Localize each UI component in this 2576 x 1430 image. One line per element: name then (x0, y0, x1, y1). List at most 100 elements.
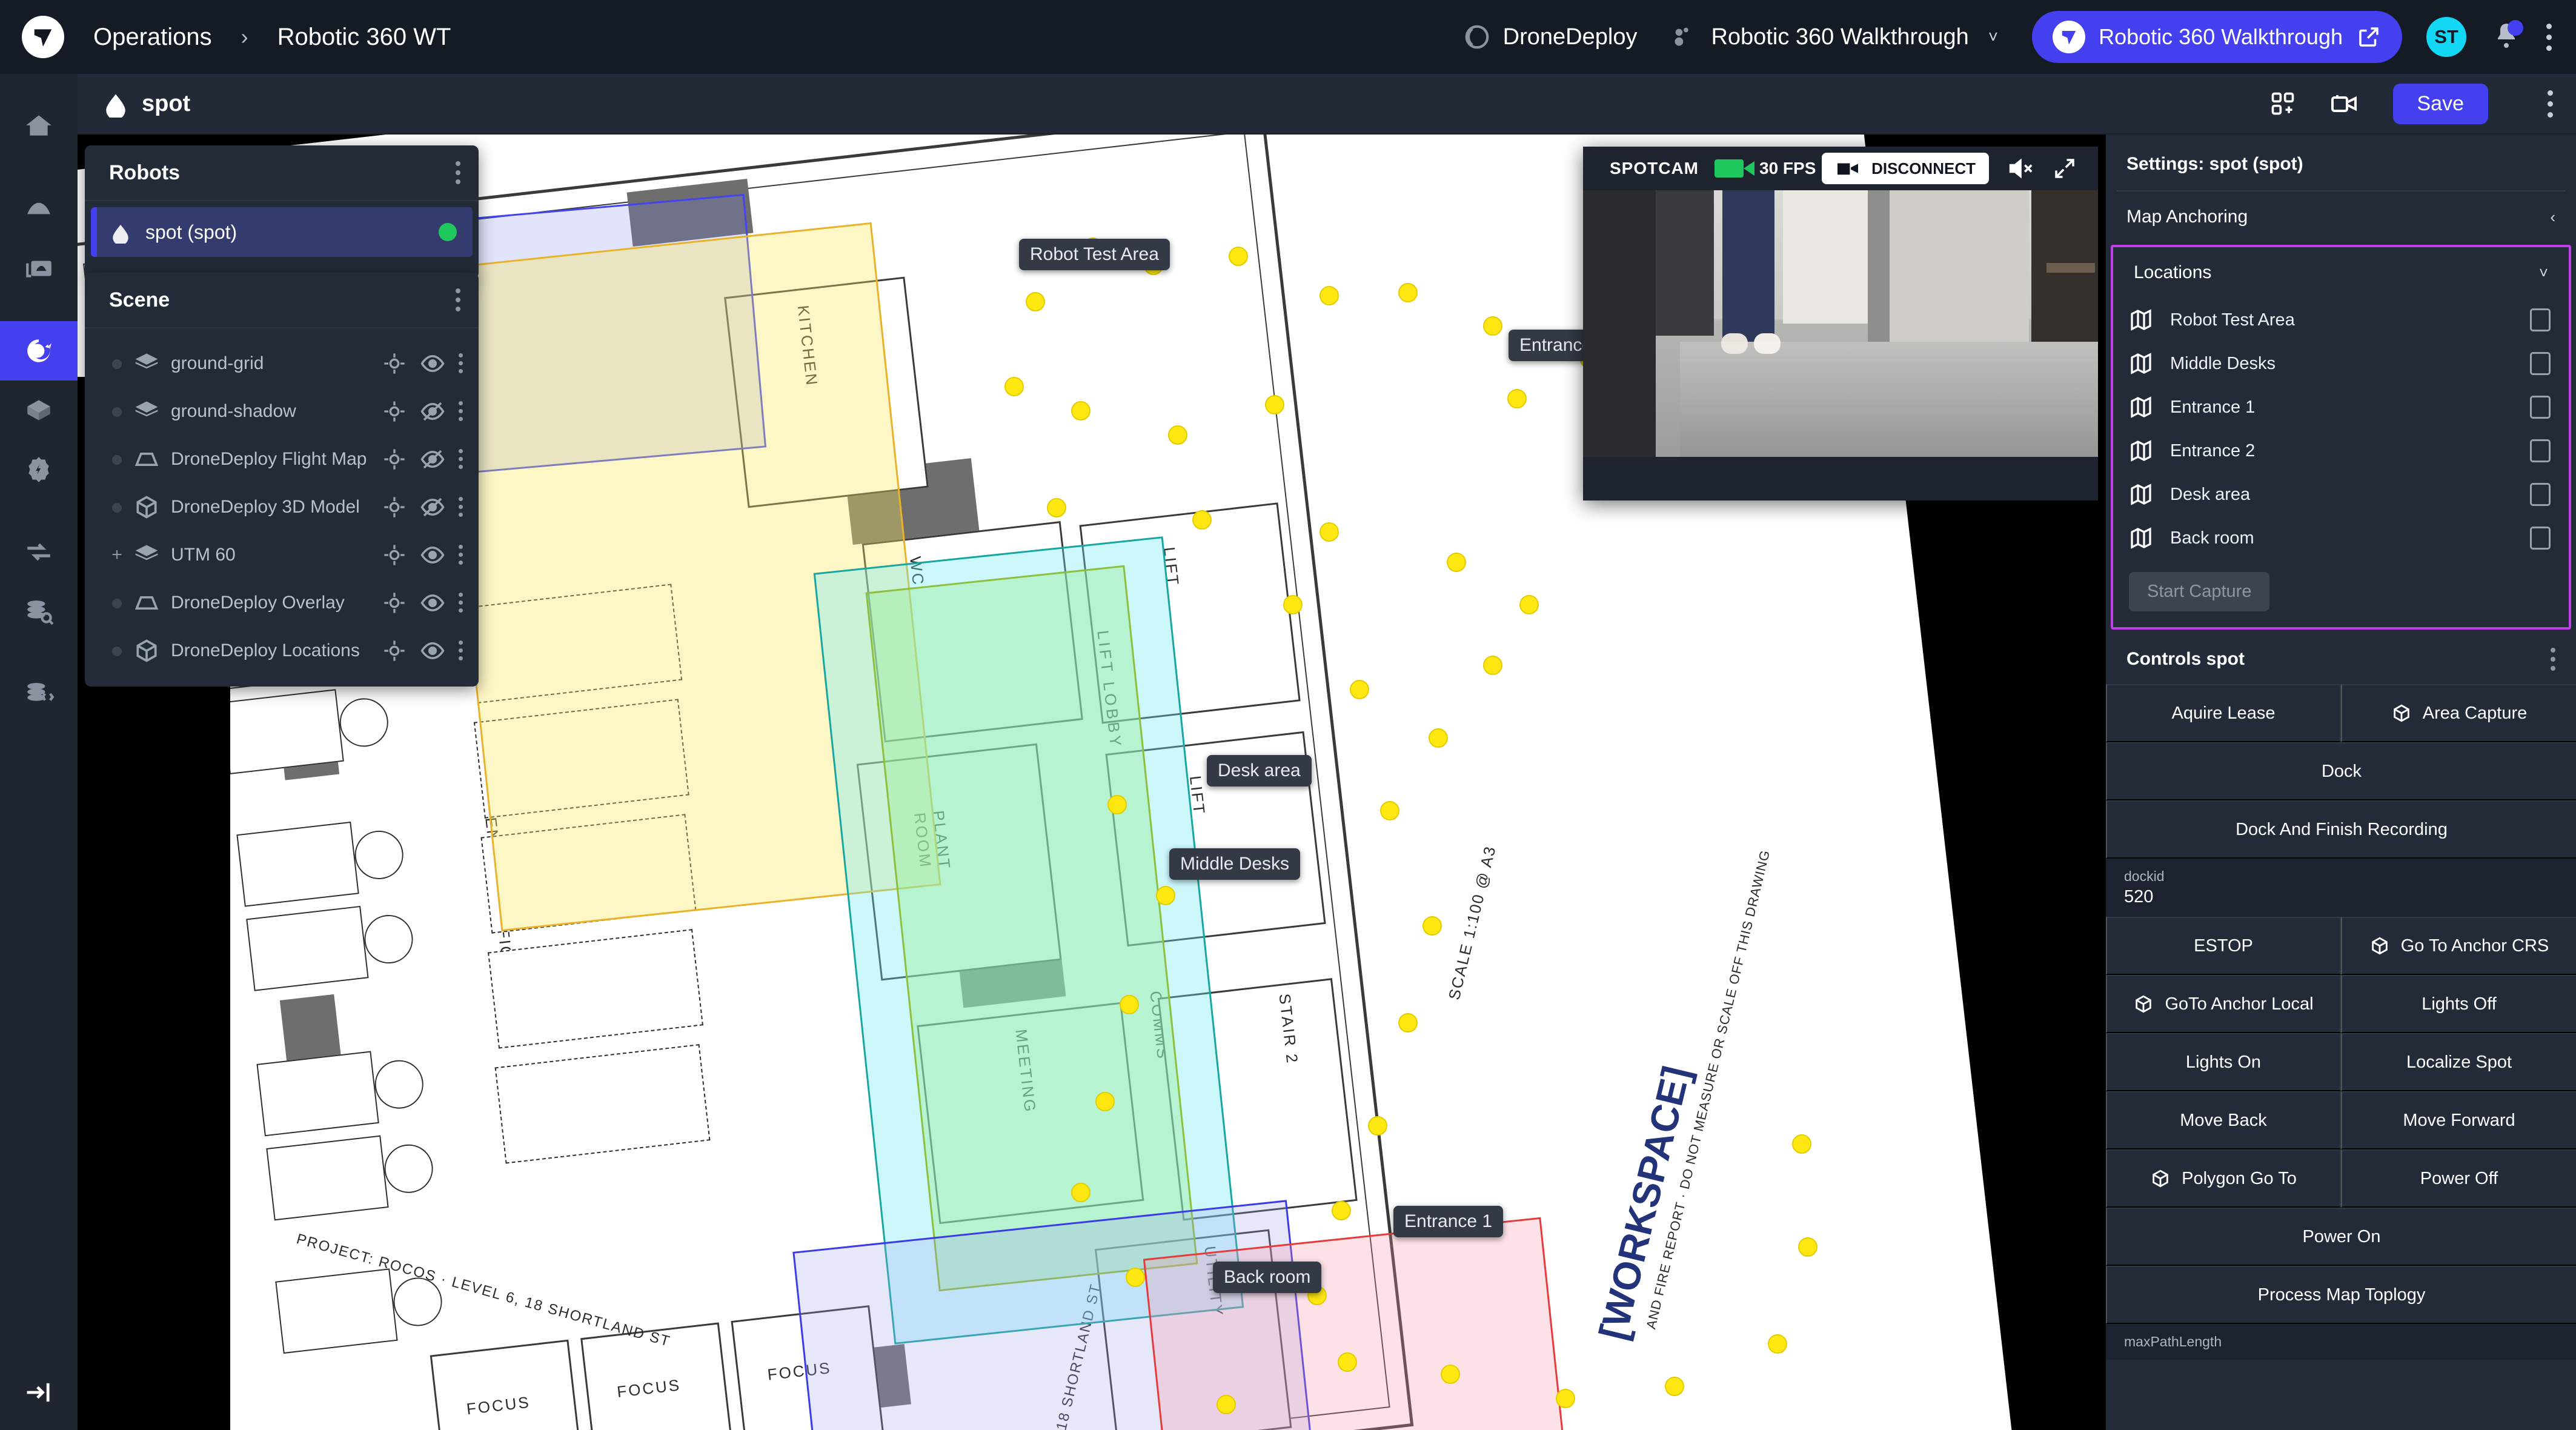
location-row[interactable]: Entrance 2 (2113, 429, 2569, 473)
location-checkbox[interactable] (2530, 396, 2551, 419)
eye-off-icon[interactable] (420, 494, 445, 520)
target-icon[interactable] (382, 399, 407, 424)
expand-toggle[interactable] (107, 401, 127, 422)
path-node[interactable] (1095, 1092, 1115, 1111)
move-back-button[interactable]: Move Back (2106, 1091, 2341, 1149)
go-to-anchor-crs-button[interactable]: Go To Anchor CRS (2341, 917, 2576, 975)
start-capture-button[interactable]: Start Capture (2129, 572, 2270, 611)
map-label[interactable]: Middle Desks (1169, 848, 1301, 880)
path-node[interactable] (1338, 1352, 1357, 1372)
project-selector[interactable]: Robotic 360 Walkthrough ˅ (1671, 23, 1998, 51)
scene-row[interactable]: + UTM 60 (85, 531, 479, 579)
scene-row-overflow-button[interactable] (459, 497, 463, 517)
path-node[interactable] (1026, 292, 1045, 311)
scene-row-overflow-button[interactable] (459, 593, 463, 613)
path-node[interactable] (1398, 283, 1418, 302)
path-node[interactable] (1429, 728, 1448, 748)
path-node[interactable] (1422, 916, 1442, 936)
breadcrumb-current[interactable]: Robotic 360 WT (277, 24, 451, 51)
scene-row[interactable]: DroneDeploy Locations (85, 627, 479, 674)
path-node[interactable] (1283, 595, 1303, 614)
path-node[interactable] (1380, 801, 1399, 820)
map-label[interactable]: Robot Test Area (1019, 239, 1170, 270)
path-node[interactable] (1168, 425, 1187, 445)
open-walkthrough-button[interactable]: Robotic 360 Walkthrough (2032, 11, 2402, 63)
path-node[interactable] (1047, 498, 1066, 517)
power-off-button[interactable]: Power Off (2341, 1149, 2576, 1208)
eye-icon[interactable] (420, 351, 445, 376)
path-node[interactable] (1768, 1334, 1787, 1354)
subbar-overflow-button[interactable] (2548, 90, 2553, 118)
dronedeploy-logo-icon[interactable] (22, 16, 64, 58)
location-checkbox[interactable] (2530, 352, 2551, 375)
rail-item-assets[interactable] (0, 381, 78, 440)
path-node[interactable] (1556, 1389, 1575, 1408)
robot-row-spot[interactable]: spot (spot) (91, 207, 473, 257)
process-map-toplogy-button[interactable]: Process Map Toplogy (2106, 1266, 2576, 1324)
expand-toggle[interactable] (107, 593, 127, 613)
notification-bell-icon[interactable] (2492, 20, 2523, 53)
scene-row-overflow-button[interactable] (459, 353, 463, 373)
path-node[interactable] (1483, 316, 1502, 336)
path-node[interactable] (1441, 1365, 1460, 1384)
path-node[interactable] (1519, 595, 1539, 614)
dock-and-finish-recording-button[interactable]: Dock And Finish Recording (2106, 800, 2576, 859)
path-node[interactable] (1332, 1201, 1351, 1220)
path-node[interactable] (1120, 995, 1139, 1014)
topbar-overflow-button[interactable] (2546, 23, 2552, 51)
video-camera-icon[interactable] (2330, 90, 2359, 117)
expand-toggle[interactable] (107, 449, 127, 470)
path-node[interactable] (1004, 377, 1024, 396)
map-anchoring-section-header[interactable]: Map Anchoring ‹ (2106, 191, 2576, 242)
location-checkbox[interactable] (2530, 439, 2551, 462)
location-row[interactable]: Robot Test Area (2113, 298, 2569, 342)
scene-row[interactable]: DroneDeploy Overlay (85, 579, 479, 627)
eye-off-icon[interactable] (420, 399, 445, 424)
robots-panel-overflow-button[interactable] (456, 161, 460, 184)
lights-off-button[interactable]: Lights Off (2341, 975, 2576, 1033)
target-icon[interactable] (382, 447, 407, 471)
dockid-field[interactable]: dockid 520 (2106, 859, 2576, 917)
area-capture-button[interactable]: Area Capture (2341, 684, 2576, 742)
expand-toggle[interactable] (107, 353, 127, 374)
move-forward-button[interactable]: Move Forward (2341, 1091, 2576, 1149)
path-node[interactable] (1071, 1183, 1090, 1202)
scene-row[interactable]: DroneDeploy 3D Model (85, 483, 479, 531)
path-node[interactable] (1665, 1377, 1684, 1396)
disconnect-button[interactable]: DISCONNECT (1822, 153, 1989, 184)
scene-row-overflow-button[interactable] (459, 449, 463, 469)
path-node[interactable] (1126, 1268, 1145, 1287)
scene-row[interactable]: DroneDeploy Flight Map (85, 435, 479, 483)
location-checkbox[interactable] (2530, 527, 2551, 550)
path-node[interactable] (1368, 1116, 1387, 1136)
rail-item-robotics[interactable] (0, 321, 78, 381)
add-widget-icon[interactable] (2269, 90, 2296, 117)
path-node[interactable] (1229, 247, 1248, 266)
location-row[interactable]: Desk area (2113, 473, 2569, 516)
path-node[interactable] (1107, 795, 1127, 814)
location-checkbox[interactable] (2530, 308, 2551, 331)
power-on-button[interactable]: Power On (2106, 1208, 2576, 1266)
path-node[interactable] (1320, 522, 1339, 542)
location-row[interactable]: Middle Desks (2113, 342, 2569, 385)
video-stream[interactable] (1583, 190, 2098, 457)
scene-row-overflow-button[interactable] (459, 545, 463, 565)
path-node[interactable] (1447, 553, 1466, 572)
location-row[interactable]: Back room (2113, 516, 2569, 560)
path-node[interactable] (1156, 886, 1175, 905)
rail-item-flows[interactable] (0, 522, 78, 582)
target-icon[interactable] (382, 351, 407, 376)
save-button[interactable]: Save (2392, 83, 2488, 124)
rail-item-home[interactable] (0, 97, 78, 156)
path-node[interactable] (1320, 286, 1339, 305)
avatar[interactable]: ST (2426, 17, 2466, 57)
lights-on-button[interactable]: Lights On (2106, 1033, 2341, 1091)
dock-button[interactable]: Dock (2106, 742, 2576, 800)
rail-item-cloud[interactable] (0, 179, 78, 239)
breadcrumb-root[interactable]: Operations (93, 24, 212, 51)
controls-overflow-button[interactable] (2551, 648, 2555, 671)
chevron-down-icon[interactable]: ˅ (1988, 27, 1998, 47)
scene-row[interactable]: ground-grid (85, 339, 479, 387)
maxpathlength-field[interactable]: maxPathLength (2106, 1324, 2576, 1360)
scene-row[interactable]: ground-shadow (85, 387, 479, 435)
